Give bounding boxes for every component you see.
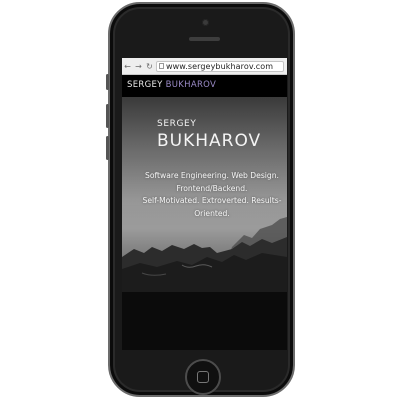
- hero-last-name: BUKHAROV: [157, 131, 262, 151]
- tagline-line: Self-Motivated. Extroverted. Results-: [142, 196, 282, 205]
- site-logo[interactable]: SERGEY BUKHAROV: [127, 80, 216, 90]
- volume-up-button: [106, 104, 109, 128]
- tagline-line: Oriented.: [194, 208, 230, 218]
- mute-switch: [106, 74, 109, 90]
- site-header: SERGEY BUKHAROV: [122, 75, 287, 97]
- earpiece: [189, 37, 220, 41]
- home-button[interactable]: [185, 359, 221, 395]
- logo-last-name: BUKHAROV: [165, 80, 217, 90]
- url-text[interactable]: www.sergeybukharov.com: [166, 62, 273, 71]
- forward-arrow-icon[interactable]: →: [133, 58, 144, 75]
- front-camera: [202, 19, 209, 26]
- back-arrow-icon[interactable]: ←: [122, 58, 133, 75]
- hero-first-name: SERGEY: [157, 119, 197, 129]
- address-bar[interactable]: www.sergeybukharov.com: [156, 60, 284, 72]
- hero-section: SERGEY BUKHAROV Software Engineering. We…: [122, 97, 287, 350]
- page-icon: [159, 63, 164, 69]
- hero-tagline: Software Engineering. Web Design. Fronte…: [132, 170, 287, 220]
- tagline-line: Frontend/Backend.: [176, 183, 248, 193]
- phone-frame: ← → ↻ www.sergeybukharov.com SERGEY BUKH…: [106, 2, 295, 397]
- volume-down-button: [106, 136, 109, 160]
- phone-screen: ← → ↻ www.sergeybukharov.com SERGEY BUKH…: [122, 58, 287, 350]
- browser-toolbar: ← → ↻ www.sergeybukharov.com: [122, 58, 287, 75]
- logo-first-name: SERGEY: [127, 80, 163, 90]
- tagline-line: Software Engineering. Web Design.: [145, 171, 279, 180]
- reload-icon[interactable]: ↻: [144, 58, 155, 75]
- home-square-icon: [197, 371, 209, 383]
